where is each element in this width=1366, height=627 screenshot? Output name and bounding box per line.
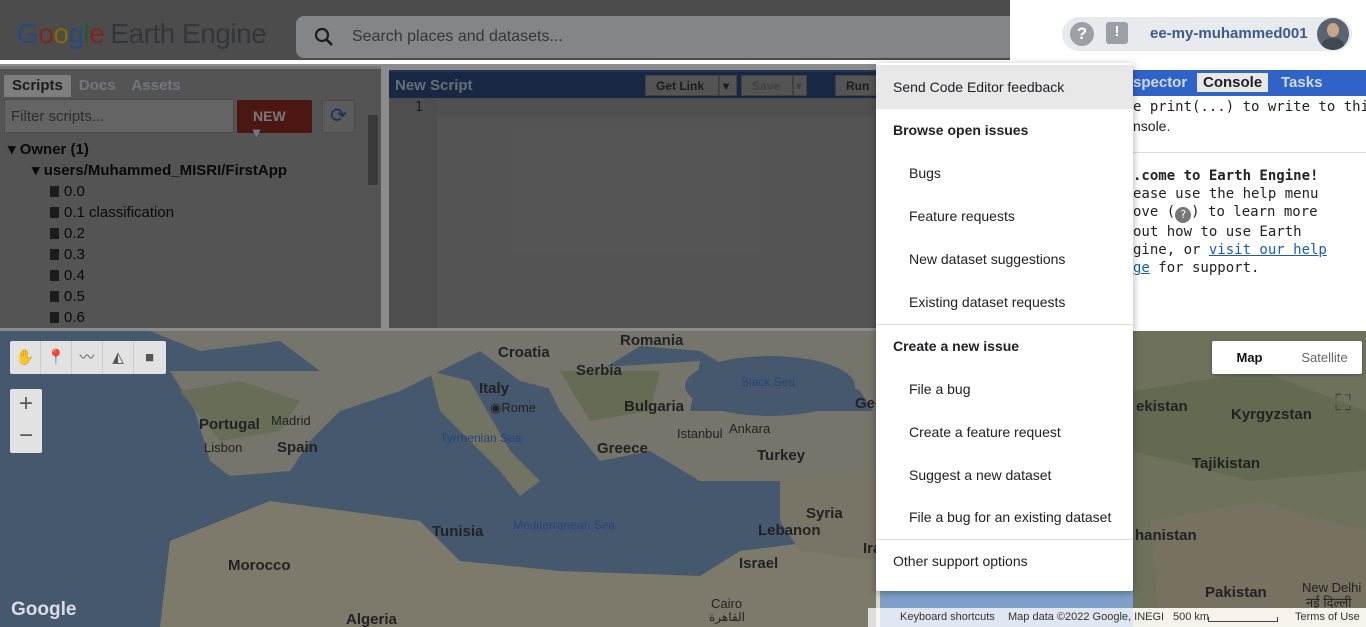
keyboard-shortcuts-link[interactable]: Keyboard shortcuts (900, 611, 995, 623)
polygon-draw-icon[interactable]: ◭ (103, 341, 134, 374)
menu-other-support[interactable]: Other support options (876, 553, 1133, 569)
menu-file-bug[interactable]: File a bug (876, 381, 1133, 397)
map-label: Bulgaria (624, 398, 685, 415)
map-attribution: Keyboard shortcuts Map data ©2022 Google… (868, 608, 1366, 627)
map-type-control: Map Satellite (1212, 341, 1362, 374)
console-divider (1133, 152, 1366, 153)
tab-inspector[interactable]: spector (1133, 74, 1187, 91)
menu-divider (876, 539, 1133, 540)
map-label: Syria (806, 505, 843, 522)
map-data-text: Map data ©2022 Google, INEGI (1008, 611, 1165, 623)
map-view[interactable]: ✋ 📍 〰 ◭ ■ + − Croatia Romania Serbia Ita… (0, 331, 1366, 627)
avatar[interactable] (1317, 18, 1349, 50)
menu-divider (876, 324, 1133, 325)
help-link[interactable]: ge (1133, 260, 1150, 276)
dim-overlay (0, 0, 1010, 60)
right-tabs: spector Console Tasks (1133, 70, 1366, 96)
welcome-title: .come to Earth Engine! (1133, 168, 1319, 184)
menu-create-heading: Create a new issue (893, 338, 1020, 354)
map-label: Ankara (729, 421, 771, 436)
menu-new-dataset-suggestions[interactable]: New dataset suggestions (876, 251, 1133, 267)
map-label: Turkey (757, 447, 806, 464)
welcome-line: ease use the help menu (1133, 186, 1319, 202)
menu-browse-heading: Browse open issues (893, 122, 1029, 138)
menu-existing-dataset-requests[interactable]: Existing dataset requests (876, 294, 1133, 310)
line-draw-icon[interactable]: 〰 (72, 341, 103, 374)
map-label: Kyrgyzstan (1231, 406, 1312, 423)
map-label: Morocco (228, 557, 291, 574)
map-type-map[interactable]: Map (1212, 341, 1287, 374)
map-label: ekistan (1136, 398, 1188, 415)
map-label: Algeria (346, 611, 397, 627)
tab-tasks[interactable]: Tasks (1281, 74, 1322, 91)
map-label: hanistan (1135, 527, 1197, 544)
tab-console[interactable]: Console (1197, 73, 1269, 92)
menu-feature-requests[interactable]: Feature requests (876, 208, 1133, 224)
rectangle-draw-icon[interactable]: ■ (134, 341, 165, 374)
welcome-line: ge for support. (1133, 260, 1260, 276)
map-label: Spain (277, 439, 318, 456)
zoom-out-button[interactable]: − (10, 421, 42, 453)
menu-suggest-dataset[interactable]: Suggest a new dataset (876, 467, 1133, 483)
menu-file-bug-existing-dataset[interactable]: File a bug for an existing dataset (876, 509, 1133, 525)
scale-label: 500 km (1173, 611, 1210, 623)
welcome-line: gine, or visit our help (1133, 242, 1327, 258)
sea-label: Black Sea (741, 375, 796, 389)
map-label: Israel (739, 555, 779, 572)
point-marker-icon[interactable]: 📍 (41, 341, 72, 374)
drawing-tools: ✋ 📍 〰 ◭ ■ (10, 341, 166, 374)
map-label: Pakistan (1205, 584, 1267, 601)
welcome-line: ove (?) to learn more (1133, 204, 1318, 223)
map-label: Istanbul (677, 426, 723, 441)
terms-link[interactable]: Terms of Use (1295, 611, 1360, 623)
map-label: Romania (620, 332, 684, 349)
map-label: Italy (479, 380, 510, 397)
map-label: Tajikistan (1192, 455, 1261, 472)
map-label: Portugal (199, 416, 260, 433)
feedback-menu: Send Code Editor feedback Browse open is… (876, 63, 1133, 591)
feedback-icon[interactable]: ! (1106, 22, 1128, 44)
map-label: Tunisia (432, 523, 484, 540)
map-label: Lisbon (204, 440, 243, 455)
menu-send-feedback[interactable]: Send Code Editor feedback (876, 65, 1133, 109)
map-label: Madrid (271, 413, 311, 428)
console-hint-1: e print(...) to write to this (1133, 99, 1366, 115)
help-icon: ? (1175, 207, 1192, 223)
menu-bugs[interactable]: Bugs (876, 165, 1133, 181)
map-label: Serbia (576, 362, 622, 379)
map-label: Croatia (498, 344, 550, 361)
console-panel: spector Console Tasks e print(...) to wr… (1133, 70, 1366, 328)
map-label: Cairo (711, 596, 743, 611)
top-bar-dimmed: Google Earth Engine Search places and dat… (0, 0, 1016, 60)
map-type-satellite[interactable]: Satellite (1287, 341, 1362, 374)
zoom-control: + − (10, 389, 42, 453)
map-label: القاهرة (709, 610, 745, 624)
map-label: ◉Rome (490, 400, 537, 415)
map-label: Greece (597, 440, 648, 457)
fullscreen-icon[interactable]: ⛶ (1324, 385, 1362, 423)
sea-label: Mediterranean Sea (513, 518, 616, 532)
scale-bar (1208, 617, 1278, 622)
sea-label: Tyrrhenian Sea (440, 431, 522, 445)
top-bar: Google Earth Engine Search places and dat… (0, 0, 1366, 64)
zoom-in-button[interactable]: + (10, 389, 42, 421)
account-area: ? ! ee-my-muhammed001 (1010, 2, 1366, 58)
map-label: Lebanon (758, 522, 821, 539)
pan-hand-icon[interactable]: ✋ (10, 341, 41, 374)
project-name[interactable]: ee-my-muhammed001 (1150, 25, 1308, 42)
menu-create-feature-request[interactable]: Create a feature request (876, 424, 1133, 440)
help-icon[interactable]: ? (1070, 22, 1094, 46)
console-hint-2: nsole. (1133, 118, 1171, 134)
welcome-line: out how to use Earth (1133, 224, 1302, 240)
help-link[interactable]: visit our help (1209, 242, 1327, 258)
google-watermark: Google (11, 599, 77, 620)
